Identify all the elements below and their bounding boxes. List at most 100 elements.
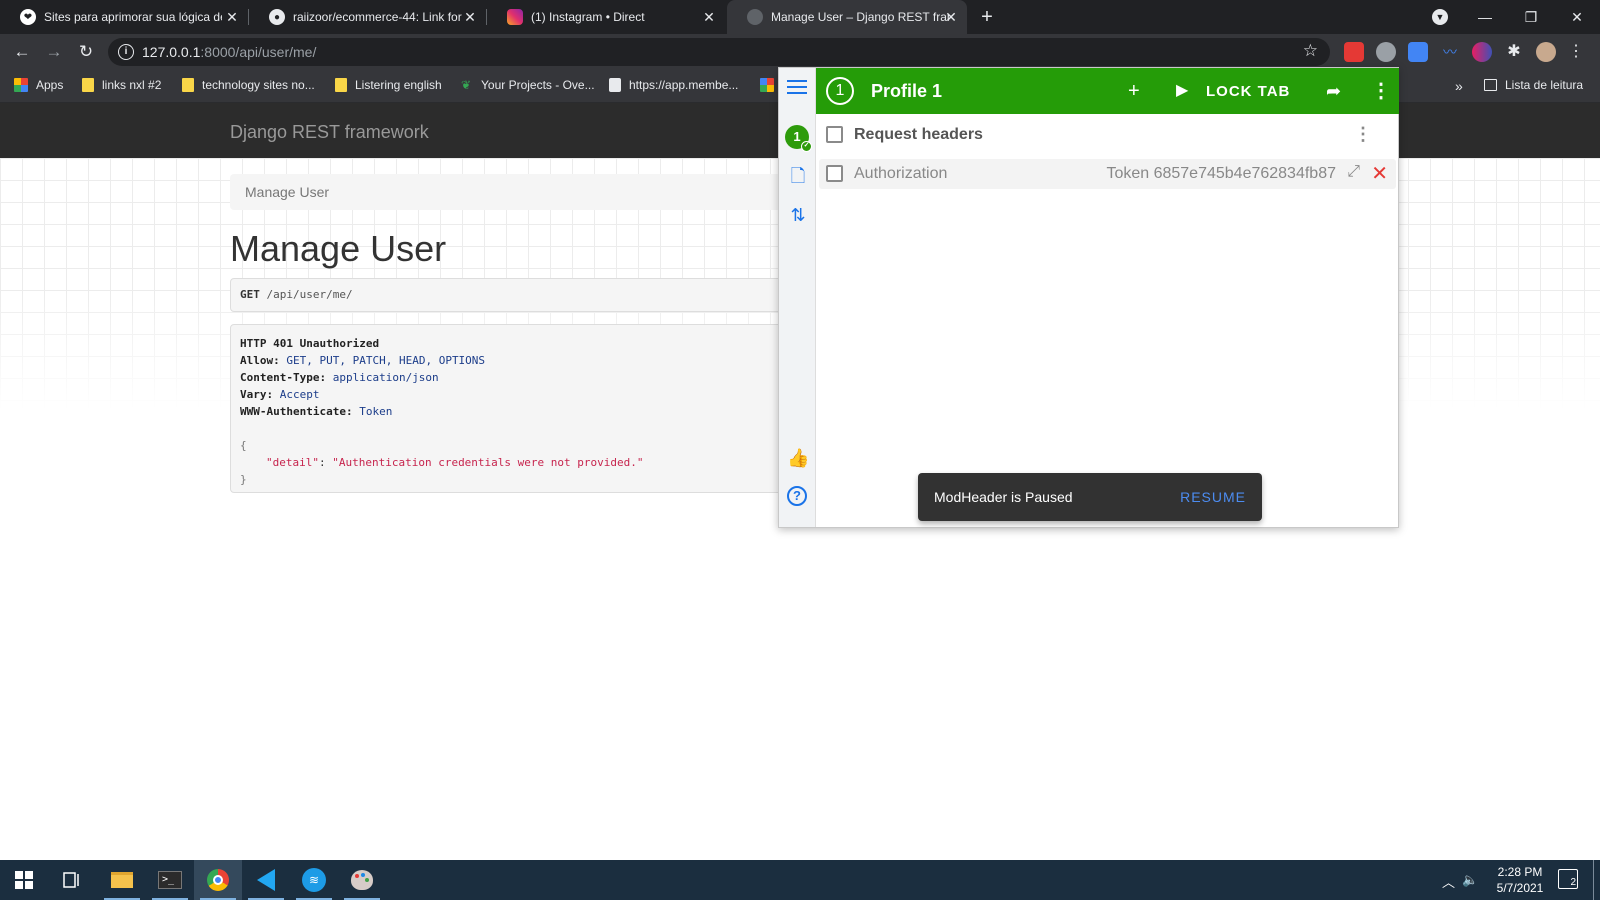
request-method: GET [240,288,260,301]
favicon-icon: ❤ [20,9,36,25]
grid-app-icon [760,78,774,92]
colorful-extension-icon[interactable] [1472,42,1492,62]
request-headers-checkbox[interactable] [826,126,843,143]
resume-button[interactable]: RESUME [1180,489,1246,505]
thumbs-up-icon[interactable]: 👍 [787,447,809,469]
minimize-icon[interactable]: — [1462,0,1508,34]
header-row: Authorization Token 6857e745b4e762834fb8… [819,159,1396,189]
header-enable-checkbox[interactable] [826,165,843,182]
profile-number-badge: 1 [826,77,854,105]
brand-link[interactable]: Django REST framework [230,122,429,143]
puzzle-extensions-icon[interactable]: ✱ [1504,42,1524,62]
bookmark-label: links nxl #2 [102,78,162,92]
volume-icon[interactable]: 🔈 [1462,872,1478,888]
profile-selector-icon[interactable]: 1 ✓ [785,125,812,152]
section-more-icon[interactable]: ⋮ [1354,124,1372,144]
apps-grid-icon [14,78,28,92]
help-icon[interactable]: ? [787,486,807,506]
close-tab-icon[interactable]: ✕ [701,9,717,25]
tab-search-icon[interactable]: ▼ [1432,9,1448,25]
modheader-extension-icon[interactable] [1376,42,1396,62]
windows-start-icon[interactable] [0,860,48,900]
response-info: HTTP 401 Unauthorized Allow: GET, PUT, P… [230,324,790,493]
add-header-icon[interactable]: + [1128,78,1140,104]
chrome-taskbar-icon[interactable] [194,860,242,900]
close-tab-icon[interactable]: ✕ [462,9,478,25]
modheader-header: 1 Profile 1 + ▶ LOCK TAB ➦ ⋮ [816,68,1399,114]
bookmark-star-icon[interactable]: ☆ [1303,41,1318,61]
sort-icon[interactable]: ⇅ [787,204,809,226]
extension-icon[interactable] [1344,42,1364,62]
lock-tab-button[interactable]: LOCK TAB [1206,83,1290,100]
header-name-field[interactable]: Authorization [854,165,947,183]
paint-icon[interactable] [338,860,386,900]
profile-name[interactable]: Profile 1 [871,81,942,102]
back-icon[interactable]: ← [10,40,34,64]
badge-icon [609,78,621,92]
wave-extension-icon[interactable]: 〰 [1440,42,1460,62]
show-desktop-button[interactable] [1593,860,1594,900]
site-info-icon[interactable]: i [118,44,134,60]
tab-4-active[interactable]: Manage User – Django REST fram ✕ [727,0,967,34]
url-text: 127.0.0.1:8000/api/user/me/ [142,44,317,60]
new-tab-button[interactable]: + [976,6,998,29]
request-path: /api/user/me/ [259,288,353,301]
bookmark-member[interactable]: https://app.membe... [609,78,738,92]
tab-title: Manage User – Django REST fram [771,10,949,24]
restore-icon[interactable]: ❐ [1508,0,1554,34]
vscode-icon[interactable] [242,860,290,900]
breadcrumb: Manage User [230,174,790,210]
breadcrumb-item[interactable]: Manage User [245,184,329,200]
bookmark-links[interactable]: links nxl #2 [82,78,161,92]
system-clock[interactable]: 2:28 PM 5/7/2021 [1487,864,1553,896]
address-bar[interactable]: i 127.0.0.1:8000/api/user/me/ ☆ [108,38,1330,66]
json-open-brace: { [240,439,247,452]
bookmark-technology[interactable]: technology sites no... [182,78,315,92]
request-headers-section: Request headers ⋮ [816,120,1399,150]
json-body-line: "detail": "Authentication credentials we… [266,456,644,469]
notifications-icon[interactable]: 2 [1558,869,1578,889]
share-icon[interactable]: ➦ [1326,78,1341,104]
active-check-icon: ✓ [801,141,812,152]
close-window-icon[interactable]: ✕ [1554,0,1600,34]
task-view-icon[interactable] [48,860,96,900]
header-value-field[interactable]: Token 6857e745b4e762834fb87 [1106,165,1336,183]
bookmark-listering[interactable]: Listering english [335,78,442,92]
notification-count: 2 [1570,877,1576,888]
response-header: Allow: GET, PUT, PATCH, HEAD, OPTIONS [240,354,486,367]
file-explorer-icon[interactable] [98,860,146,900]
resume-play-icon[interactable]: ▶ [1176,78,1188,104]
bookmarks-overflow-icon[interactable]: » [1455,78,1463,94]
reload-icon[interactable]: ↻ [74,40,98,64]
bookmark-projects[interactable]: ❦ Your Projects - Ove... [461,78,595,92]
reading-list-button[interactable]: Lista de leitura [1484,78,1583,92]
response-header: Content-Type: application/json [240,371,439,384]
json-close-brace: } [240,473,247,486]
browser-tab-bar: ❤ Sites para aprimorar sua lógica de ✕ ●… [0,0,1600,34]
tab-3[interactable]: (1) Instagram • Direct ✕ [487,0,725,34]
more-menu-icon[interactable]: ⋮ [1371,78,1391,104]
expand-icon[interactable]: ⤢ [1347,163,1360,181]
response-header: WWW-Authenticate: Token [240,405,393,418]
docker-icon[interactable]: ≋ [290,860,338,900]
hamburger-menu-icon[interactable] [787,80,807,96]
leaf-icon: ❦ [461,78,472,92]
avatar[interactable] [1536,42,1556,62]
bookmark-apps[interactable]: Apps [14,78,63,92]
bookmark-label: Apps [36,78,64,92]
folder-icon [111,872,133,888]
close-tab-icon[interactable]: ✕ [943,9,959,25]
delete-header-icon[interactable]: ✕ [1371,161,1388,186]
windows-taskbar: >_ ≋ ︿ 🔈 2:28 PM 5/7/2021 2 [0,860,1600,900]
close-tab-icon[interactable]: ✕ [224,9,240,25]
request-info: GET /api/user/me/ [230,278,790,312]
tab-2[interactable]: ● raiizoor/ecommerce-44: Link for ✕ [249,0,486,34]
translate-extension-icon[interactable] [1408,42,1428,62]
terminal-icon[interactable]: >_ [146,860,194,900]
tab-1[interactable]: ❤ Sites para aprimorar sua lógica de ✕ [0,0,248,34]
show-hidden-icons[interactable]: ︿ [1442,872,1455,891]
browser-menu-icon[interactable]: ⋮ [1566,42,1586,62]
add-file-icon[interactable]: 🗋 [787,165,809,187]
forward-icon[interactable]: → [42,40,66,64]
bookmark-label: Listering english [355,78,442,92]
